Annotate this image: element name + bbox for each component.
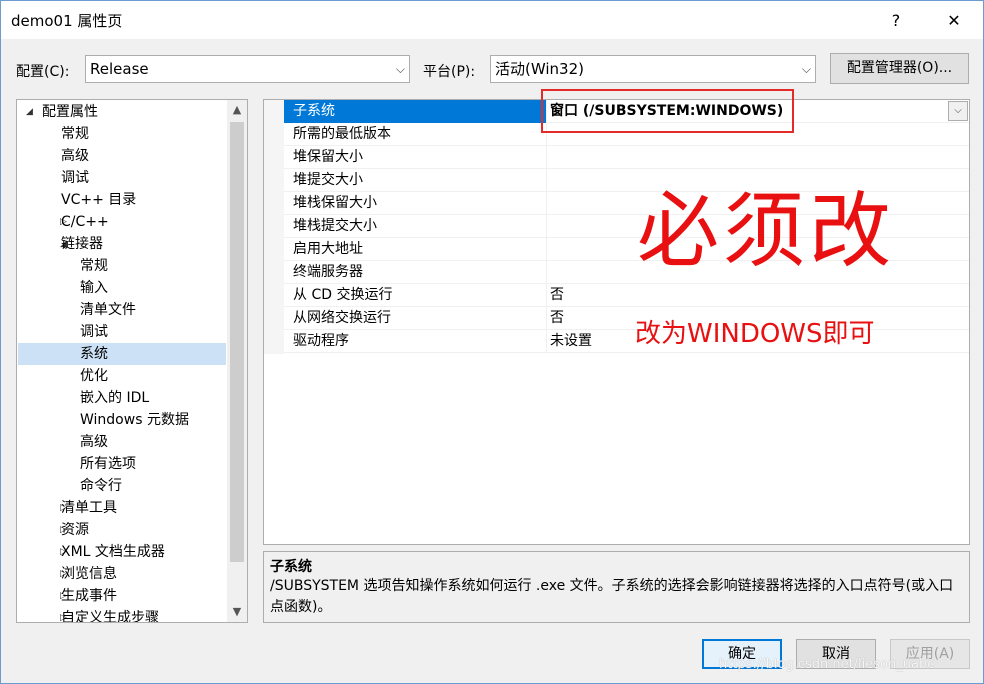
tree-item-label: 调试 (61, 170, 89, 186)
tree-item-label: 嵌入的 IDL (80, 390, 150, 406)
tree-item[interactable]: 高级 (18, 431, 226, 453)
annotation-must-change: 必须改 (637, 184, 896, 279)
tree-item[interactable]: ▷ 浏览信息 (18, 563, 226, 585)
tree-item-label: XML 文档生成器 (61, 544, 165, 560)
tree-item[interactable]: 优化 (18, 365, 226, 387)
tree-item-label: 系统 (80, 346, 108, 362)
tree-item[interactable]: 清单文件 (18, 299, 226, 321)
config-manager-button[interactable]: 配置管理器(O)... (830, 53, 969, 84)
tree-item[interactable]: ▷ 清单工具 (18, 497, 226, 519)
property-row[interactable]: 从 CD 交换运行否 (284, 284, 969, 307)
tree-item[interactable]: ◢ 链接器 (18, 233, 226, 255)
tree-scrollbar[interactable]: ▲ ▼ (227, 100, 247, 622)
tree-item[interactable]: ▷ 生成事件 (18, 585, 226, 607)
scroll-thumb[interactable] (230, 122, 244, 562)
tree-item-label: 资源 (61, 522, 89, 538)
watermark: https://blog.csdn.net/lieson_uabc (719, 657, 935, 672)
close-button[interactable]: ✕ (931, 1, 977, 39)
help-button[interactable]: ? (873, 1, 919, 39)
tree-item[interactable]: ◢ 配置属性 (18, 101, 226, 123)
property-name: 从 CD 交换运行 (284, 284, 547, 307)
tree-item-label: 配置属性 (42, 104, 98, 120)
scroll-up-icon[interactable]: ▲ (227, 100, 247, 120)
property-name: 驱动程序 (284, 330, 547, 353)
platform-label: 平台(P): (423, 64, 476, 80)
tree-item-label: 高级 (80, 434, 108, 450)
property-name: 终端服务器 (284, 261, 547, 284)
tree-item-label: 输入 (80, 280, 108, 296)
config-value: Release (90, 60, 149, 78)
property-name: 从网络交换运行 (284, 307, 547, 330)
grid-gutter (264, 100, 284, 354)
highlight-box (541, 89, 794, 133)
config-label: 配置(C): (16, 64, 70, 80)
property-name: 堆栈保留大小 (284, 192, 547, 215)
tree-item-label: 清单工具 (61, 500, 117, 516)
tree-item-label: 链接器 (61, 236, 103, 252)
tree-item[interactable]: ▷ 自定义生成步骤 (18, 607, 226, 623)
tree-item[interactable]: 嵌入的 IDL (18, 387, 226, 409)
tree-item[interactable]: 系统 (18, 343, 226, 365)
tree-item-label: Windows 元数据 (80, 412, 189, 428)
property-name: 子系统 (284, 100, 547, 123)
tree-item-label: 调试 (80, 324, 108, 340)
chevron-down-icon[interactable]: ⌵ (948, 101, 968, 121)
tree-item[interactable]: 所有选项 (18, 453, 226, 475)
scroll-down-icon[interactable]: ▼ (227, 602, 247, 622)
property-name: 所需的最低版本 (284, 123, 547, 146)
property-row[interactable]: 堆保留大小 (284, 146, 969, 169)
description-panel: 子系统 /SUBSYSTEM 选项告知操作系统如何运行 .exe 文件。子系统的… (263, 551, 970, 623)
tree-item-label: 命令行 (80, 478, 122, 494)
property-name: 启用大地址 (284, 238, 547, 261)
tree-item[interactable]: 常规 (18, 255, 226, 277)
chevron-down-icon: ⌵ (801, 62, 811, 76)
property-value[interactable] (550, 146, 969, 169)
platform-select[interactable]: 活动(Win32) ⌵ (490, 55, 816, 83)
tree-item[interactable]: 调试 (18, 167, 226, 189)
tree-item-label: 自定义生成步骤 (61, 610, 159, 623)
tree-item-label: 高级 (61, 148, 89, 164)
tree-item-label: 所有选项 (80, 456, 136, 472)
annotation-hint: 改为WINDOWS即可 (635, 319, 875, 349)
tree-item-label: 浏览信息 (61, 566, 117, 582)
description-title: 子系统 (270, 559, 312, 575)
property-name: 堆提交大小 (284, 169, 547, 192)
tree-item-label: 生成事件 (61, 588, 117, 604)
window-title: demo01 属性页 (11, 12, 123, 30)
property-tree[interactable]: ◢ 配置属性 常规 高级 调试 VC++ 目录 ▷ C/C++ ◢ 链接器 常规 输入 清单文件 调试 系统… (16, 99, 248, 623)
config-select[interactable]: Release ⌵ (85, 55, 410, 83)
tree-item[interactable]: 命令行 (18, 475, 226, 497)
tree-item-label: 常规 (61, 126, 89, 142)
tree-item[interactable]: 调试 (18, 321, 226, 343)
platform-value: 活动(Win32) (495, 60, 584, 78)
collapse-icon[interactable]: ◢ (26, 101, 38, 123)
tree-item-label: C/C++ (61, 214, 109, 230)
property-name: 堆保留大小 (284, 146, 547, 169)
tree-item-label: 优化 (80, 368, 108, 384)
tree-item[interactable]: 高级 (18, 145, 226, 167)
tree-item[interactable]: ▷ C/C++ (18, 211, 226, 233)
tree-item[interactable]: ▷ XML 文档生成器 (18, 541, 226, 563)
tree-item-label: 清单文件 (80, 302, 136, 318)
chevron-down-icon: ⌵ (395, 62, 405, 76)
tree-item[interactable]: 常规 (18, 123, 226, 145)
tree-item[interactable]: VC++ 目录 (18, 189, 226, 211)
tree-item[interactable]: ▷ 资源 (18, 519, 226, 541)
tree-item[interactable]: Windows 元数据 (18, 409, 226, 431)
property-name: 堆栈提交大小 (284, 215, 547, 238)
tree-item-label: VC++ 目录 (61, 192, 137, 208)
property-value[interactable]: 否 (550, 284, 969, 307)
title-bar: demo01 属性页 ? ✕ (1, 1, 983, 39)
tree-item[interactable]: 输入 (18, 277, 226, 299)
description-text: /SUBSYSTEM 选项告知操作系统如何运行 .exe 文件。子系统的选择会影… (270, 578, 954, 615)
tree-item-label: 常规 (80, 258, 108, 274)
